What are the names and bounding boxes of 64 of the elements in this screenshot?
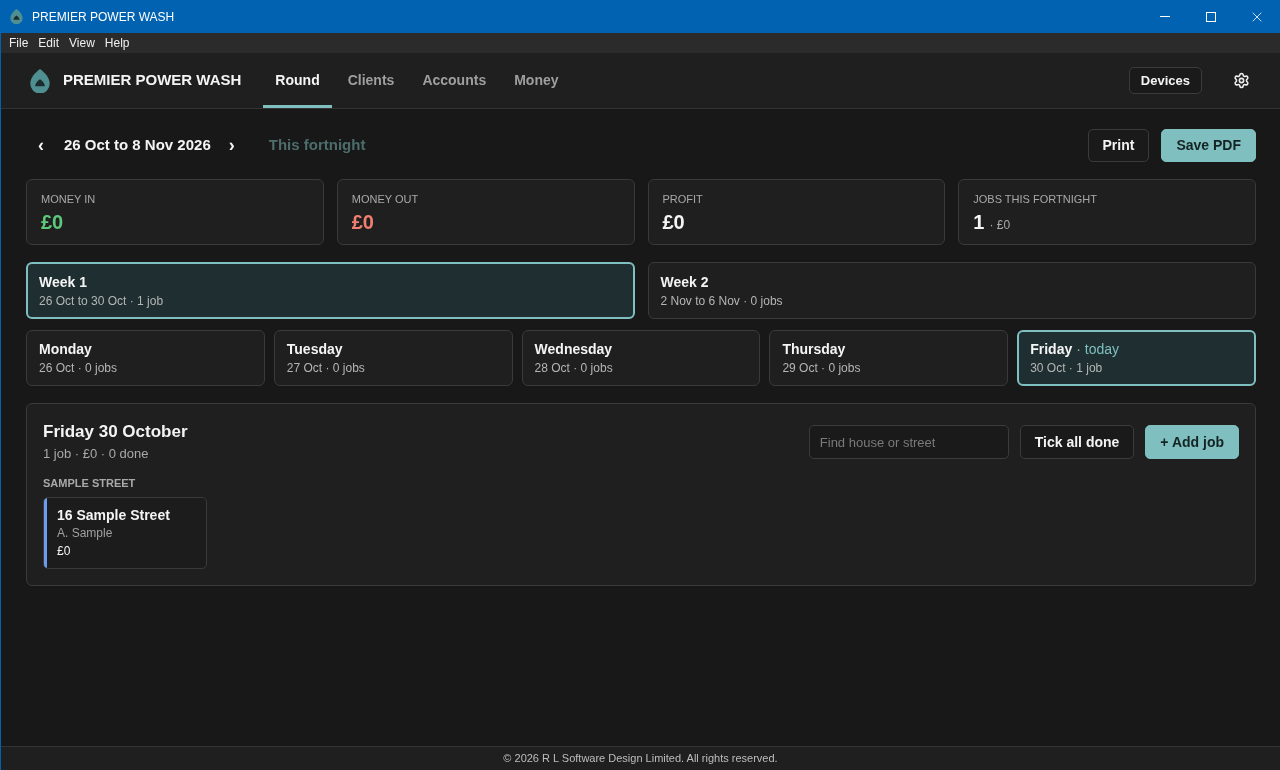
stat-value: 1 — [973, 210, 985, 234]
stat-label: JOBS THIS FORTNIGHT — [973, 192, 1097, 206]
menu-item[interactable]: Edit — [33, 33, 65, 53]
save-pdf-button[interactable]: Save PDF — [1161, 129, 1256, 162]
next-button[interactable]: › — [216, 130, 247, 161]
menu-item[interactable]: View — [64, 33, 100, 53]
minimize-icon — [1160, 16, 1170, 17]
day-card[interactable]: Wednesday 28 Oct · 0 jobs — [521, 330, 761, 386]
menu-item[interactable]: File — [4, 33, 34, 53]
stat-value: £0 — [351, 210, 374, 234]
day-name: Friday — [1030, 340, 1073, 358]
day-name: Tuesday — [286, 340, 343, 358]
job-address: 16 Sample Street — [57, 506, 170, 524]
job-client: A. Sample — [57, 525, 113, 541]
tick-all-done-button[interactable]: Tick all done — [1019, 425, 1135, 459]
day-detail: 28 Oct · 0 jobs — [534, 361, 613, 376]
date-range: 26 Oct to 8 Nov 2026 — [64, 135, 211, 156]
day-title: Friday 30 October — [43, 421, 188, 443]
job-price: £0 — [57, 543, 71, 559]
day-name: Monday — [39, 340, 92, 358]
settings-icon — [1233, 72, 1250, 89]
stat-label: MONEY IN — [41, 192, 96, 206]
street-heading: SAMPLE STREET — [43, 476, 136, 490]
maximize-icon — [1206, 11, 1216, 22]
week-name: Week 2 — [660, 272, 709, 291]
drop-logo-icon — [9, 9, 24, 24]
search-field[interactable]: Find house or street — [808, 425, 1009, 459]
day-detail: 26 Oct · 0 jobs — [39, 361, 118, 376]
day-card[interactable]: Thursday 29 Oct · 0 jobs — [769, 330, 1009, 386]
day-card[interactable]: Friday · today 30 Oct · 1 job — [1017, 330, 1256, 386]
print-button[interactable]: Print — [1087, 129, 1150, 162]
day-card[interactable]: Monday 26 Oct · 0 jobs — [26, 330, 265, 386]
nav-tab[interactable]: Round — [263, 53, 332, 108]
settings-button[interactable] — [1233, 72, 1250, 89]
week-name: Week 1 — [39, 272, 87, 291]
week-card[interactable]: Week 1 26 Oct to 30 Oct · 1 job — [26, 262, 635, 319]
today-note: · today — [1076, 340, 1119, 358]
window-title: PREMIER POWER WASH — [32, 8, 175, 26]
day-card[interactable]: Tuesday 27 Oct · 0 jobs — [273, 330, 513, 386]
stat-value: £0 — [41, 210, 64, 234]
day-name: Thursday — [782, 340, 846, 358]
week-detail: 26 Oct to 30 Oct · 1 job — [39, 293, 164, 309]
copyright-text: © 2026 R L Software Design Limited. All rights reserved. — [503, 751, 778, 767]
day-detail: 30 Oct · 1 job — [1030, 361, 1103, 376]
nav-tab[interactable]: Money — [502, 53, 571, 108]
stat-value: £0 — [662, 210, 685, 234]
nav-tab[interactable]: Accounts — [410, 53, 499, 108]
drop-logo-icon — [28, 68, 52, 93]
stat-label: PROFIT — [662, 192, 703, 206]
devices-button[interactable]: Devices — [1128, 67, 1202, 94]
day-detail: 27 Oct · 0 jobs — [286, 361, 365, 376]
brand-name: PREMIER POWER WASH — [63, 70, 242, 91]
job-card[interactable]: 16 Sample Street A. Sample £0 — [43, 497, 207, 569]
stat-label: MONEY OUT — [351, 192, 419, 206]
day-detail: 29 Oct · 0 jobs — [782, 361, 861, 376]
day-summary: 1 job · £0 · 0 done — [43, 445, 149, 462]
week-detail: 2 Nov to 6 Nov · 0 jobs — [660, 293, 783, 309]
previous-button[interactable]: ‹ — [26, 130, 56, 161]
day-name: Wednesday — [534, 340, 613, 358]
nav-tab[interactable]: Clients — [335, 53, 407, 108]
menu-item[interactable]: Help — [99, 33, 135, 53]
stat-detail: · £0 — [989, 217, 1011, 234]
add-job-button[interactable]: + Add job — [1145, 425, 1239, 459]
week-card[interactable]: Week 2 2 Nov to 6 Nov · 0 jobs — [647, 262, 1256, 319]
